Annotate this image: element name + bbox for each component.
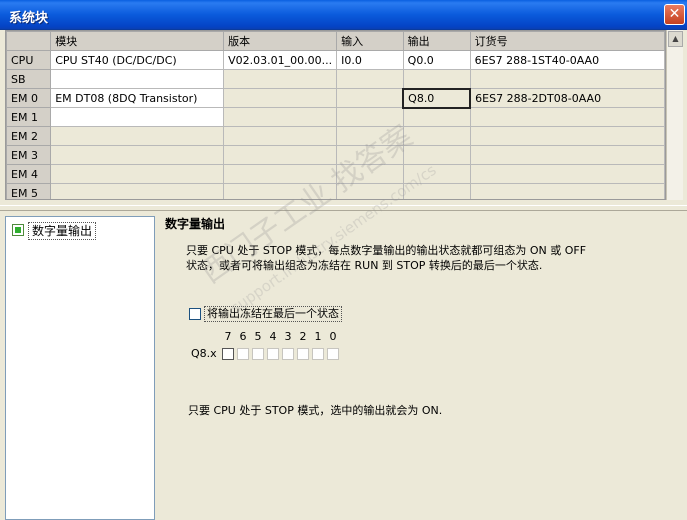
order-cell[interactable] [469, 69, 665, 89]
bit-4-checkbox[interactable] [267, 348, 279, 360]
bit-number-5: 5 [254, 330, 262, 343]
bit-0-checkbox[interactable] [327, 348, 339, 360]
bit-number-3: 3 [284, 330, 292, 343]
version-cell[interactable] [223, 107, 338, 127]
module-cell[interactable] [50, 126, 225, 146]
version-cell[interactable] [223, 183, 338, 199]
bit-number-7: 7 [224, 330, 232, 343]
table-row-cpu[interactable]: CPU CPU ST40 (DC/DC/DC) V02.03.01_00.00.… [6, 50, 665, 70]
input-cell[interactable] [336, 145, 404, 165]
table-row-em5[interactable]: EM 5 [6, 183, 665, 199]
close-button[interactable]: ✕ [664, 4, 685, 25]
order-cell[interactable]: 6ES7 288-2DT08-0AA0 [469, 88, 665, 108]
version-cell[interactable] [223, 88, 338, 108]
version-cell[interactable] [223, 69, 338, 89]
bit-2-checkbox[interactable] [297, 348, 309, 360]
version-cell[interactable] [223, 126, 338, 146]
output-cell[interactable] [402, 145, 471, 165]
panel-description: 只要 CPU 处于 STOP 模式，每点数字量输出的输出状态就都可组态为 ON … [186, 243, 656, 273]
table-row-em3[interactable]: EM 3 [6, 145, 665, 165]
row-label: SB [6, 69, 52, 89]
output-cell[interactable] [402, 107, 471, 127]
order-cell[interactable] [469, 145, 665, 165]
output-cell[interactable]: Q0.0 [402, 50, 471, 70]
bit-5-checkbox[interactable] [252, 348, 264, 360]
freeze-outputs-checkbox[interactable] [189, 308, 201, 320]
byte-label: Q8.x [191, 347, 217, 360]
row-label: EM 1 [6, 107, 52, 127]
row-label: EM 2 [6, 126, 52, 146]
order-cell[interactable] [469, 126, 665, 146]
table-header-row: 模块 版本 输入 输出 订货号 [6, 31, 665, 51]
digital-output-icon [12, 224, 24, 236]
version-cell[interactable]: V02.03.01_00.00... [223, 50, 338, 70]
row-label: EM 0 [6, 88, 52, 108]
input-cell[interactable] [336, 183, 404, 199]
scroll-up-arrow-icon[interactable]: ▲ [668, 31, 683, 47]
description-line-1: 只要 CPU 处于 STOP 模式，每点数字量输出的输出状态就都可组态为 ON … [186, 244, 587, 257]
tree-item-label: 数字量输出 [28, 222, 97, 240]
bit-7-checkbox[interactable] [222, 348, 234, 360]
panel-title: 数字量输出 [165, 217, 226, 231]
bit-1-checkbox[interactable] [312, 348, 324, 360]
order-cell[interactable]: 6ES7 288-1ST40-0AA0 [469, 50, 665, 70]
order-cell[interactable] [469, 107, 665, 127]
row-label: EM 4 [6, 164, 52, 184]
output-cell[interactable] [402, 164, 471, 184]
stop-mode-note: 只要 CPU 处于 STOP 模式，选中的输出就会为 ON. [188, 404, 443, 417]
row-label: EM 3 [6, 145, 52, 165]
title-bar: 系统块 ✕ [0, 0, 687, 30]
input-cell[interactable] [336, 107, 404, 127]
hardware-config-table: 模块 版本 输入 输出 订货号 CPU CPU ST40 (DC/DC/DC) … [5, 30, 666, 200]
module-cell[interactable]: EM DT08 (8DQ Transistor) [50, 88, 225, 108]
pane-splitter[interactable] [0, 205, 687, 211]
table-row-em0[interactable]: EM 0 EM DT08 (8DQ Transistor) Q8.0 6ES7 … [6, 87, 665, 109]
header-version: 版本 [223, 31, 338, 51]
module-cell[interactable] [50, 183, 225, 199]
bit-number-6: 6 [239, 330, 247, 343]
table-row-em2[interactable]: EM 2 [6, 126, 665, 146]
module-cell[interactable] [50, 69, 225, 89]
freeze-outputs-label[interactable]: 将输出冻结在最后一个状态 [204, 306, 342, 322]
output-cell-selected[interactable]: Q8.0 [402, 87, 472, 109]
module-cell[interactable] [50, 145, 225, 165]
bit-6-checkbox[interactable] [237, 348, 249, 360]
version-cell[interactable] [223, 164, 338, 184]
output-cell[interactable] [402, 69, 471, 89]
table-scrollbar[interactable]: ▲ [666, 30, 683, 200]
input-cell[interactable]: I0.0 [336, 50, 404, 70]
header-output: 输出 [402, 31, 471, 51]
version-cell[interactable] [223, 145, 338, 165]
bit-number-1: 1 [314, 330, 322, 343]
header-module: 模块 [50, 31, 225, 51]
bit-number-0: 0 [329, 330, 337, 343]
input-cell[interactable] [336, 69, 404, 89]
header-order-number: 订货号 [469, 31, 665, 51]
row-label: CPU [6, 50, 52, 70]
output-cell[interactable] [402, 183, 471, 199]
input-cell[interactable] [336, 164, 404, 184]
table-row-em4[interactable]: EM 4 [6, 164, 665, 184]
input-cell[interactable] [336, 126, 404, 146]
row-label: EM 5 [6, 183, 52, 199]
bit-number-2: 2 [299, 330, 307, 343]
table-row-em1[interactable]: EM 1 [6, 107, 665, 127]
module-cell[interactable] [50, 107, 225, 127]
window-title: 系统块 [9, 11, 49, 26]
order-cell[interactable] [469, 183, 665, 199]
digital-output-panel: 数字量输出 只要 CPU 处于 STOP 模式，每点数字量输出的输出状态就都可组… [158, 212, 683, 520]
description-line-2: 状态，或者可将输出组态为冻结在 RUN 到 STOP 转换后的最后一个状态. [186, 259, 543, 272]
bit-3-checkbox[interactable] [282, 348, 294, 360]
bit-number-4: 4 [269, 330, 277, 343]
table-row-sb[interactable]: SB [6, 69, 665, 89]
config-tree: 数字量输出 [5, 216, 155, 520]
module-cell[interactable]: CPU ST40 (DC/DC/DC) [50, 50, 225, 70]
input-cell[interactable] [336, 88, 404, 108]
output-cell[interactable] [402, 126, 471, 146]
order-cell[interactable] [469, 164, 665, 184]
module-cell[interactable] [50, 164, 225, 184]
header-corner [6, 31, 52, 51]
header-input: 输入 [336, 31, 404, 51]
